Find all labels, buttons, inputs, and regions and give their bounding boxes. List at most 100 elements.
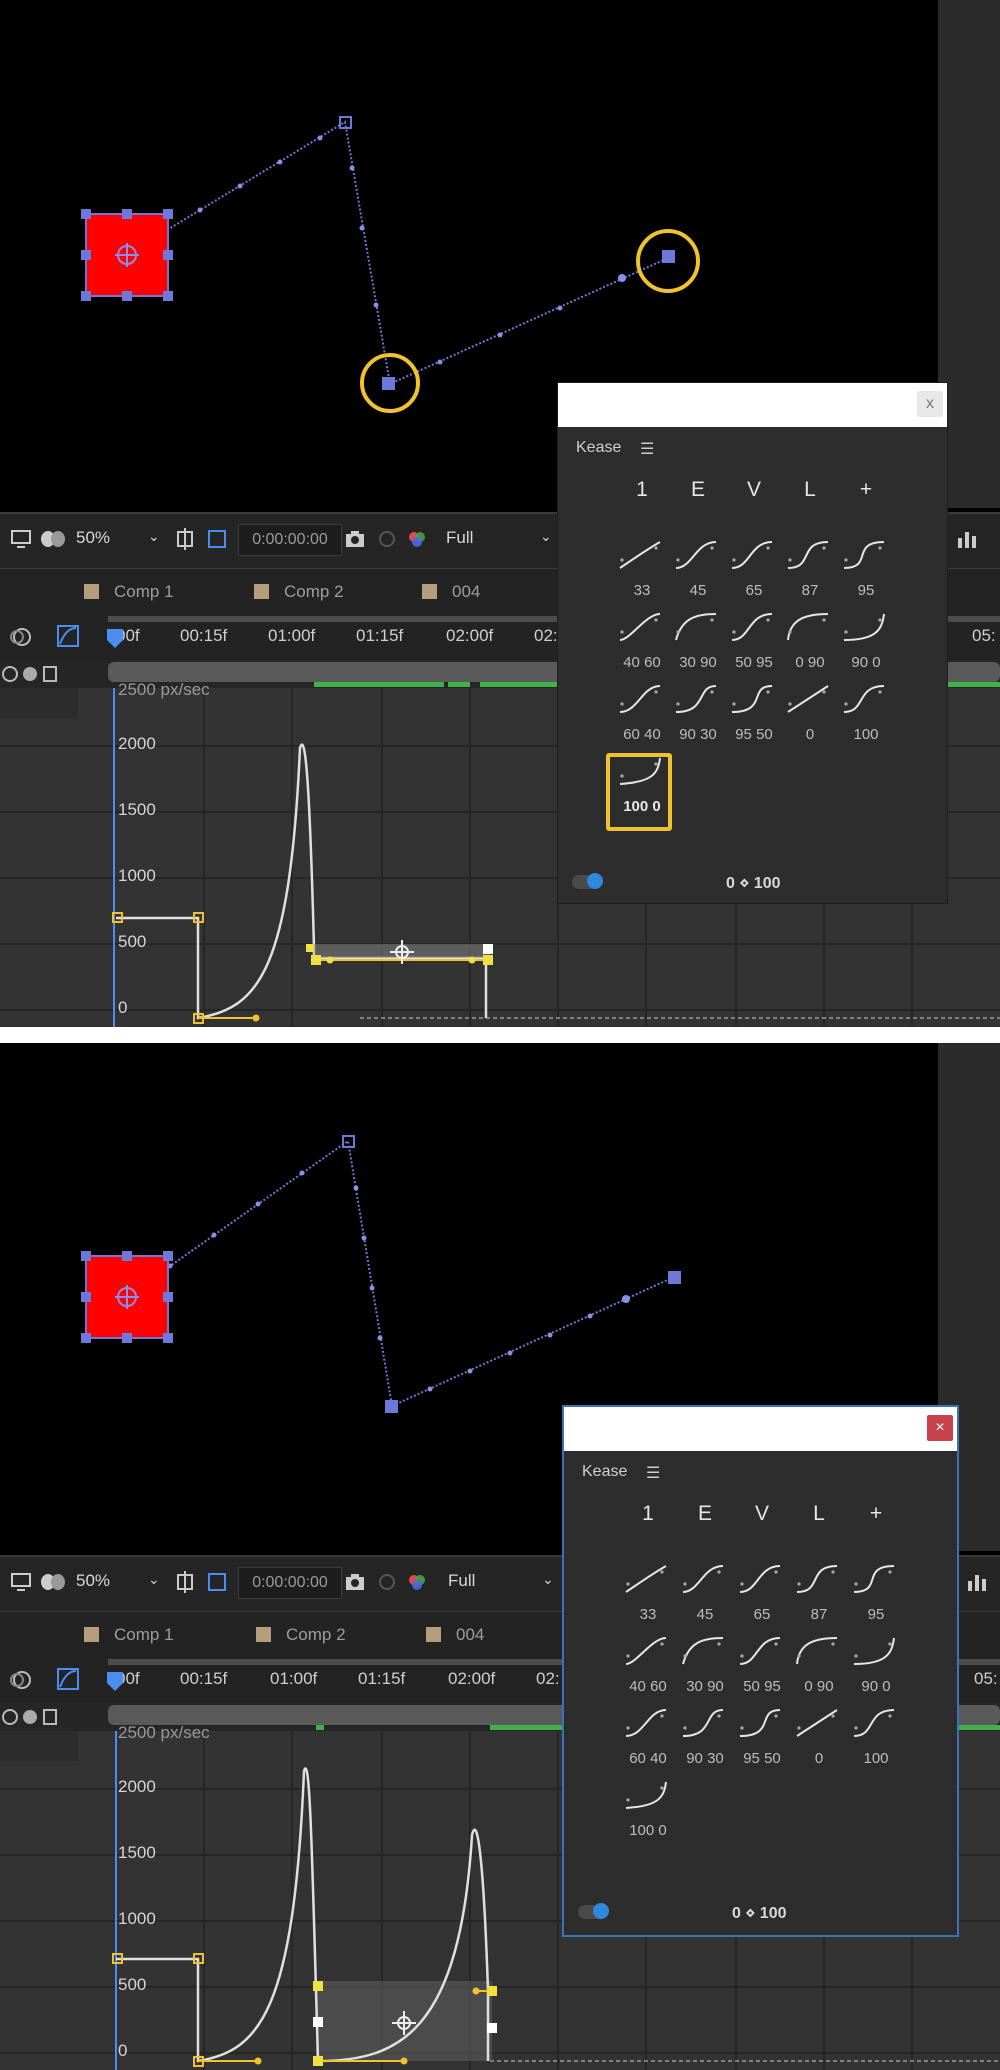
- keyframe-handle[interactable]: [313, 2056, 323, 2066]
- tab-comp-1[interactable]: Comp 1: [84, 1612, 174, 1658]
- button-v[interactable]: V: [742, 1502, 782, 1526]
- fit-frame-icon[interactable]: [174, 528, 196, 550]
- resolution-select[interactable]: Full: [446, 528, 473, 548]
- camera-icon[interactable]: [344, 528, 366, 550]
- chevron-down-icon[interactable]: ⌄: [540, 528, 552, 545]
- preset-button[interactable]: 60 40: [616, 682, 668, 750]
- graph-options-icon[interactable]: [966, 1571, 988, 1593]
- preset-button[interactable]: 90 30: [672, 682, 724, 750]
- keyframe-handle[interactable]: [311, 955, 321, 965]
- keyframe-vertex[interactable]: [385, 1400, 398, 1413]
- graph-editor-icon[interactable]: [56, 624, 80, 648]
- button-v[interactable]: V: [734, 478, 774, 502]
- keyframe-vertex[interactable]: [662, 250, 675, 263]
- button-l[interactable]: L: [790, 478, 830, 502]
- region-of-interest-icon[interactable]: [206, 1571, 228, 1593]
- mask-icon[interactable]: [40, 1571, 66, 1593]
- current-time-display[interactable]: 0:00:00:00: [238, 524, 342, 556]
- graph-options-icon[interactable]: [956, 528, 978, 550]
- preset-button[interactable]: 100: [840, 682, 892, 750]
- preset-button[interactable]: 30 90: [679, 1634, 731, 1702]
- button-1[interactable]: 1: [628, 1502, 668, 1526]
- preset-button[interactable]: 87: [784, 538, 836, 606]
- preset-button[interactable]: 87: [793, 1562, 845, 1630]
- tab-004[interactable]: 004: [426, 1612, 484, 1658]
- preset-button[interactable]: 100: [850, 1706, 902, 1774]
- resolution-select[interactable]: Full: [448, 1571, 475, 1591]
- keyframe-handle[interactable]: [313, 1981, 323, 1991]
- chevron-down-icon[interactable]: ⌄: [542, 1571, 554, 1588]
- switches-icon[interactable]: [2, 1707, 58, 1727]
- close-button[interactable]: ×: [927, 1415, 953, 1441]
- tab-comp-1[interactable]: Comp 1: [84, 569, 174, 615]
- keyframe-vertex[interactable]: [382, 377, 395, 390]
- button-1[interactable]: 1: [622, 478, 662, 502]
- keyframe-vertex[interactable]: [668, 1271, 681, 1284]
- button-e[interactable]: E: [685, 1502, 725, 1526]
- toggle-switch[interactable]: [578, 1903, 609, 1919]
- graph-editor-icon[interactable]: [56, 1667, 80, 1691]
- preset-button[interactable]: 45: [672, 538, 724, 606]
- motion-blur-icon[interactable]: [8, 626, 32, 648]
- preset-button[interactable]: 95 50: [728, 682, 780, 750]
- preset-button[interactable]: 30 90: [672, 610, 724, 678]
- tab-comp-2[interactable]: Comp 2: [254, 569, 344, 615]
- keyframe-vertex[interactable]: [342, 1135, 355, 1148]
- tab-comp-2[interactable]: Comp 2: [256, 1612, 346, 1658]
- channel-icon[interactable]: [406, 528, 428, 550]
- preset-button[interactable]: 50 95: [736, 1634, 788, 1702]
- button-e[interactable]: E: [678, 478, 718, 502]
- preset-button[interactable]: 95: [850, 1562, 902, 1630]
- playhead-icon[interactable]: [106, 628, 124, 660]
- preset-button[interactable]: 95: [840, 538, 892, 606]
- preset-button[interactable]: 0 90: [793, 1634, 845, 1702]
- kease-titlebar[interactable]: ×: [564, 1407, 957, 1451]
- preset-button[interactable]: 90 30: [679, 1706, 731, 1774]
- tab-004[interactable]: 004: [422, 569, 480, 615]
- keyframe-handle[interactable]: [487, 1986, 497, 1996]
- preset-button[interactable]: 100 0: [622, 1778, 674, 1846]
- button-plus[interactable]: +: [846, 478, 886, 502]
- chevron-down-icon[interactable]: ⌄: [148, 528, 160, 545]
- preset-button[interactable]: 0: [793, 1706, 845, 1774]
- fit-frame-icon[interactable]: [174, 1571, 196, 1593]
- switches-icon[interactable]: [2, 664, 58, 684]
- button-l[interactable]: L: [799, 1502, 839, 1526]
- preset-button[interactable]: 33: [616, 538, 668, 606]
- preset-button[interactable]: 95 50: [736, 1706, 788, 1774]
- preset-button[interactable]: 33: [622, 1562, 674, 1630]
- region-of-interest-icon[interactable]: [206, 528, 228, 550]
- toggle-switch[interactable]: [572, 873, 603, 889]
- preset-button[interactable]: 65: [728, 538, 780, 606]
- preset-button[interactable]: 50 95: [728, 610, 780, 678]
- camera-icon[interactable]: [344, 1571, 366, 1593]
- button-plus[interactable]: +: [856, 1502, 896, 1526]
- zoom-select[interactable]: 50%: [76, 1571, 110, 1591]
- zoom-select[interactable]: 50%: [76, 528, 110, 548]
- preset-button[interactable]: 45: [679, 1562, 731, 1630]
- chevron-down-icon[interactable]: ⌄: [148, 1571, 160, 1588]
- playhead-icon[interactable]: [106, 1671, 124, 1703]
- preset-button[interactable]: 40 60: [616, 610, 668, 678]
- monitor-icon[interactable]: [10, 1571, 32, 1593]
- menu-icon[interactable]: ☰: [640, 439, 654, 459]
- show-snapshot-icon[interactable]: [376, 1571, 398, 1593]
- preset-button[interactable]: 90 0: [850, 1634, 902, 1702]
- monitor-icon[interactable]: [10, 528, 32, 550]
- show-snapshot-icon[interactable]: [376, 528, 398, 550]
- preset-button[interactable]: 0 90: [784, 610, 836, 678]
- keyframe-handle[interactable]: [483, 955, 493, 965]
- preset-button[interactable]: 60 40: [622, 1706, 674, 1774]
- menu-icon[interactable]: ☰: [646, 1463, 660, 1483]
- current-time-display[interactable]: 0:00:00:00: [238, 1567, 342, 1599]
- kease-titlebar[interactable]: x: [558, 383, 947, 427]
- preset-button[interactable]: 40 60: [622, 1634, 674, 1702]
- mask-icon[interactable]: [40, 528, 66, 550]
- motion-blur-icon[interactable]: [8, 1669, 32, 1691]
- preset-button[interactable]: 0: [784, 682, 836, 750]
- preset-button[interactable]: 90 0: [840, 610, 892, 678]
- easing-curve-icon: [682, 1709, 724, 1737]
- close-button[interactable]: x: [917, 391, 943, 417]
- preset-button[interactable]: 65: [736, 1562, 788, 1630]
- channel-icon[interactable]: [406, 1571, 428, 1593]
